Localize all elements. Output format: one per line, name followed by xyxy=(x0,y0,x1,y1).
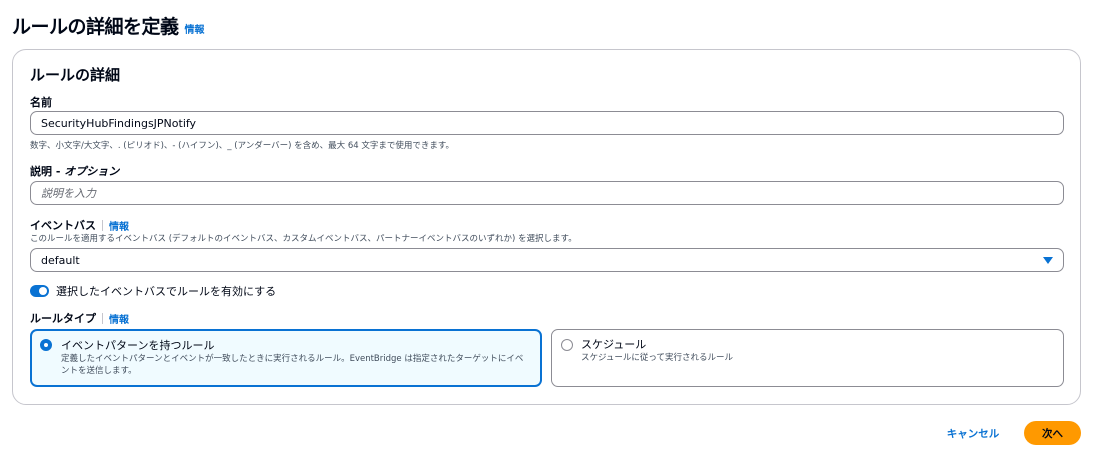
radio-unselected-icon[interactable] xyxy=(561,339,573,351)
page-header: ルールの詳細を定義 情報 xyxy=(12,12,205,39)
next-button[interactable]: 次へ xyxy=(1024,421,1081,445)
enable-rule-toggle[interactable] xyxy=(30,285,49,297)
rule-type-schedule-tile[interactable]: スケジュール スケジュールに従って実行されるルール xyxy=(551,329,1064,387)
tile-description: スケジュールに従って実行されるルール xyxy=(581,353,733,363)
toggle-knob xyxy=(39,287,47,295)
event-bus-select[interactable]: default xyxy=(30,248,1064,272)
tile-title: イベントパターンを持つルール xyxy=(61,339,215,352)
rule-details-container: ルールの詳細 名前 SecurityHubFindingsJPNotify 数字… xyxy=(12,49,1081,405)
event-bus-label-row: イベントバス 情報 xyxy=(30,217,129,233)
page-info-link[interactable]: 情報 xyxy=(185,21,205,36)
description-label-text: 説明 - xyxy=(30,165,65,178)
rule-type-label-row: ルールタイプ 情報 xyxy=(30,310,129,326)
tile-title: スケジュール xyxy=(581,338,647,351)
name-hint: 数字、小文字/大文字、. (ピリオド)、- (ハイフン)、_ (アンダーバー) … xyxy=(30,141,455,151)
rule-type-event-pattern-tile[interactable]: イベントパターンを持つルール 定義したイベントパターンとイベントが一致したときに… xyxy=(30,329,542,387)
event-bus-info-link[interactable]: 情報 xyxy=(109,218,129,233)
page-title: ルールの詳細を定義 xyxy=(12,16,179,38)
name-input[interactable]: SecurityHubFindingsJPNotify xyxy=(30,111,1064,135)
description-optional: オプション xyxy=(64,165,120,178)
rule-type-info-link[interactable]: 情報 xyxy=(109,311,129,326)
name-label: 名前 xyxy=(30,96,52,109)
description-input[interactable]: 説明を入力 xyxy=(30,181,1064,205)
radio-selected-icon[interactable] xyxy=(40,339,52,351)
tile-description: 定義したイベントパターンとイベントが一致したときに実行されるルール。EventB… xyxy=(61,354,524,376)
enable-rule-toggle-row: 選択したイベントバスでルールを有効にする xyxy=(30,283,276,299)
event-bus-label: イベントバス xyxy=(30,219,96,232)
rule-type-label: ルールタイプ xyxy=(30,312,96,325)
description-label: 説明 - オプション xyxy=(30,163,119,179)
enable-rule-toggle-label: 選択したイベントバスでルールを有効にする xyxy=(56,285,277,298)
label-divider xyxy=(102,219,103,231)
cancel-button[interactable]: キャンセル xyxy=(938,422,1008,444)
event-bus-selected-value: default xyxy=(41,253,80,267)
caret-down-icon xyxy=(1043,257,1053,264)
container-title: ルールの詳細 xyxy=(30,66,121,84)
label-divider xyxy=(102,312,103,324)
event-bus-hint: このルールを適用するイベントバス (デフォルトのイベントバス、カスタムイベントバ… xyxy=(30,234,577,244)
